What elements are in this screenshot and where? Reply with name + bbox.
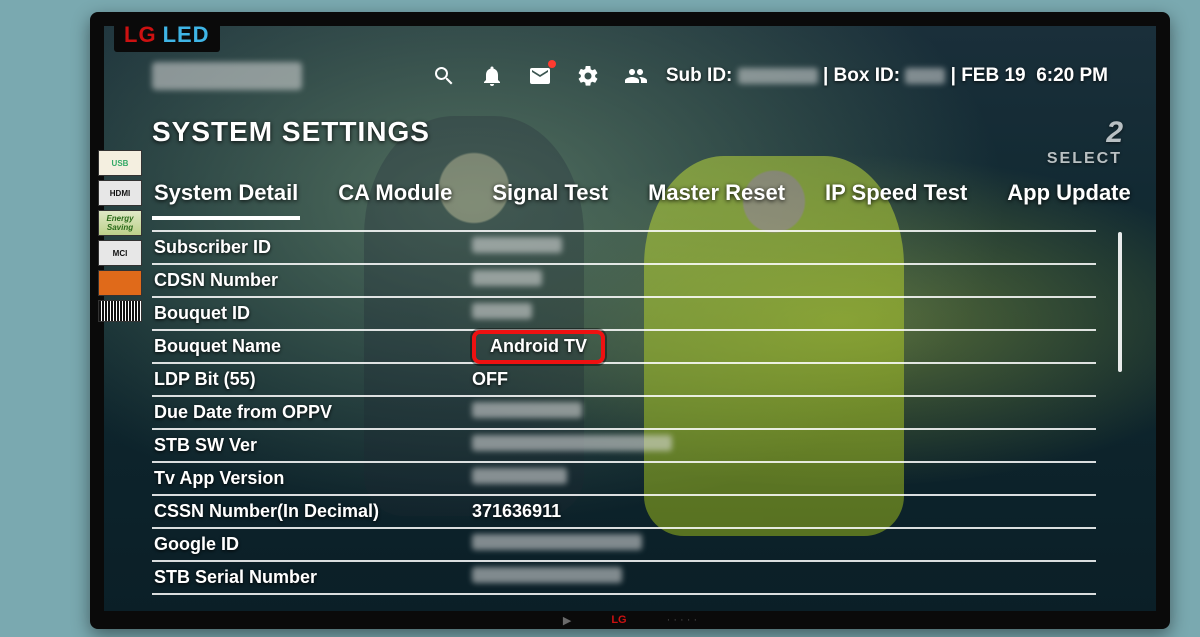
tab-system-detail[interactable]: System Detail: [152, 176, 300, 220]
table-row[interactable]: Bouquet ID: [152, 296, 1096, 329]
table-row[interactable]: Subscriber ID: [152, 230, 1096, 263]
row-value: Android TV: [472, 330, 1096, 364]
redacted-value: [472, 567, 622, 583]
tv-bottom-brand: LG: [611, 614, 626, 626]
table-row[interactable]: Account Balance: [152, 593, 1096, 599]
watermark-text: SELECT: [1047, 150, 1122, 168]
row-value: [472, 468, 1096, 489]
tv-screen: 2 SELECT Sub ID:: [104, 26, 1156, 615]
status-text: Sub ID: | Box ID: | FEB 19 6:20 PM: [666, 65, 1108, 87]
row-label: Google ID: [152, 534, 472, 555]
row-label: STB Serial Number: [152, 567, 472, 588]
channel-watermark: 2 SELECT: [1047, 116, 1122, 168]
table-row[interactable]: LDP Bit (55)OFF: [152, 362, 1096, 395]
mail-badge-icon: [548, 60, 556, 68]
sticker-orange: [98, 270, 142, 296]
sub-id-label: Sub ID:: [666, 65, 733, 86]
row-value: [472, 270, 1096, 291]
tv-brand-sub: LED: [163, 22, 210, 47]
redacted-value: [472, 303, 532, 319]
sticker-mci: MCI: [98, 240, 142, 266]
redacted-value: [472, 270, 542, 286]
top-bar: Sub ID: | Box ID: | FEB 19 6:20 PM: [104, 54, 1156, 98]
sticker-hdmi: HDMI: [98, 180, 142, 206]
row-label: STB SW Ver: [152, 435, 472, 456]
redacted-value: [472, 435, 672, 451]
row-label: Subscriber ID: [152, 237, 472, 258]
tv-bottom-bar: ▶ LG · · · · ·: [104, 611, 1156, 629]
row-value: [472, 402, 1096, 423]
profile-icon[interactable]: [622, 62, 650, 90]
tv-brand-badge: LGLED: [114, 18, 220, 52]
redacted-value: [472, 468, 567, 484]
tab-signal-test[interactable]: Signal Test: [490, 176, 610, 220]
tv-brand: LG: [124, 22, 157, 47]
row-label: Bouquet ID: [152, 303, 472, 324]
row-label: CSSN Number(In Decimal): [152, 501, 472, 522]
box-id-label: | Box ID:: [823, 65, 900, 86]
page-title: SYSTEM SETTINGS: [152, 116, 430, 148]
mail-icon[interactable]: [526, 62, 554, 90]
row-label: Bouquet Name: [152, 336, 472, 357]
row-value: [472, 303, 1096, 324]
table-row[interactable]: CSSN Number(In Decimal)371636911: [152, 494, 1096, 527]
detail-rows: Subscriber ID CDSN Number Bouquet ID Bouque…: [152, 230, 1096, 599]
table-row[interactable]: Bouquet NameAndroid TV: [152, 329, 1096, 362]
row-value: OFF: [472, 369, 1096, 390]
sticker-barcode: [98, 300, 142, 322]
search-icon[interactable]: [430, 62, 458, 90]
row-label: Due Date from OPPV: [152, 402, 472, 423]
box-id-value: [905, 68, 945, 84]
watermark-number: 2: [1047, 116, 1122, 150]
bezel-stickers: USB HDMI Energy Saving MCI: [98, 150, 142, 326]
status-time: 6:20 PM: [1036, 65, 1108, 86]
table-row[interactable]: STB SW Ver: [152, 428, 1096, 461]
table-row[interactable]: Due Date from OPPV: [152, 395, 1096, 428]
tab-master-reset[interactable]: Master Reset: [646, 176, 787, 220]
tabs: System Detail CA Module Signal Test Master …: [152, 176, 1108, 220]
row-label: LDP Bit (55): [152, 369, 472, 390]
tv-frame: LGLED 2 SELECT: [90, 12, 1170, 629]
table-row[interactable]: Tv App Version: [152, 461, 1096, 494]
redacted-value: [472, 402, 582, 418]
tab-app-update[interactable]: App Update: [1005, 176, 1132, 220]
table-row[interactable]: CDSN Number: [152, 263, 1096, 296]
tab-ca-module[interactable]: CA Module: [336, 176, 454, 220]
tab-ip-speed-test[interactable]: IP Speed Test: [823, 176, 969, 220]
row-value: [472, 237, 1096, 258]
row-label: CDSN Number: [152, 270, 472, 291]
scrollbar-indicator[interactable]: [1118, 232, 1122, 372]
sticker-energy: Energy Saving: [98, 210, 142, 236]
row-value: [472, 435, 1096, 456]
sub-id-value: [738, 68, 818, 84]
redacted-value: [472, 534, 642, 550]
highlight-box: Android TV: [472, 330, 605, 364]
redacted-value: [472, 237, 562, 253]
row-value: [472, 567, 1096, 588]
provider-logo: [152, 62, 302, 90]
bell-icon[interactable]: [478, 62, 506, 90]
table-row[interactable]: STB Serial Number: [152, 560, 1096, 593]
row-label: Tv App Version: [152, 468, 472, 489]
gear-icon[interactable]: [574, 62, 602, 90]
status-date: | FEB 19: [951, 65, 1026, 86]
sticker-usb: USB: [98, 150, 142, 176]
table-row[interactable]: Google ID: [152, 527, 1096, 560]
row-value: [472, 534, 1096, 555]
row-value: 371636911: [472, 501, 1096, 522]
